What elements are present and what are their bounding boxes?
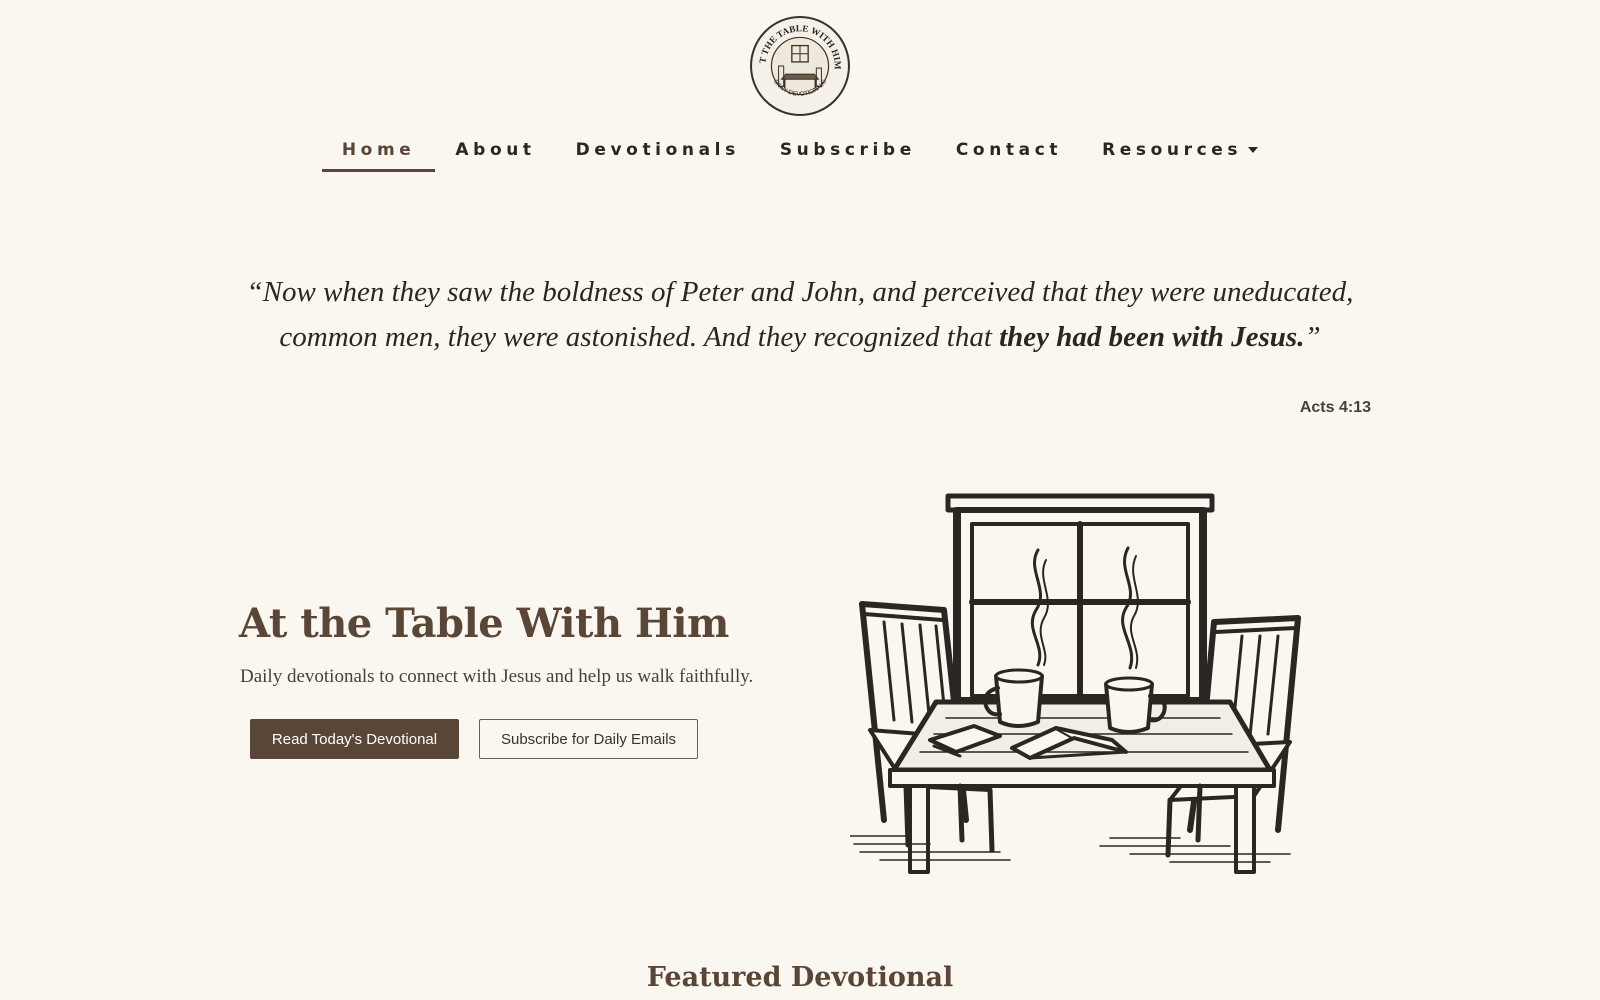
quote-emphasis: they had been with Jesus. [999, 321, 1305, 353]
quote-open-mark: “ [246, 276, 263, 308]
nav-contact-label: Contact [955, 140, 1063, 160]
quote-close-mark: ” [1304, 321, 1321, 353]
site-logo[interactable]: AT THE TABLE WITH HIM DAILY DEVOTIONALS [749, 15, 851, 117]
nav-resources-label: Resources [1102, 140, 1243, 160]
nav-devotionals[interactable]: Devotionals [556, 136, 760, 172]
nav-devotionals-label: Devotionals [575, 140, 740, 160]
hero-title: At the Table With Him [239, 600, 729, 647]
quote-reference: Acts 4:13 [1299, 399, 1371, 416]
nav-home-label: Home [341, 140, 416, 160]
main-nav: Home About Devotionals Subscribe Contact… [0, 136, 1600, 172]
read-todays-devotional-button[interactable]: Read Today's Devotional [250, 719, 459, 759]
table-illustration [850, 490, 1310, 890]
subscribe-daily-emails-button[interactable]: Subscribe for Daily Emails [479, 719, 698, 759]
nav-about-label: About [455, 140, 536, 160]
scripture-quote: “Now when they saw the boldness of Peter… [230, 270, 1370, 360]
nav-home[interactable]: Home [321, 136, 436, 172]
logo-emblem: AT THE TABLE WITH HIM DAILY DEVOTIONALS [749, 15, 850, 116]
featured-devotional-heading: Featured Devotional [646, 962, 954, 993]
hero-subtitle: Daily devotionals to connect with Jesus … [240, 666, 754, 687]
nav-subscribe[interactable]: Subscribe [760, 136, 936, 172]
table-window-chairs-image [850, 493, 1301, 874]
chevron-down-icon [1248, 147, 1259, 153]
nav-about[interactable]: About [435, 136, 555, 172]
nav-contact[interactable]: Contact [936, 136, 1082, 172]
nav-resources[interactable]: Resources [1082, 136, 1278, 172]
nav-subscribe-label: Subscribe [779, 140, 916, 160]
